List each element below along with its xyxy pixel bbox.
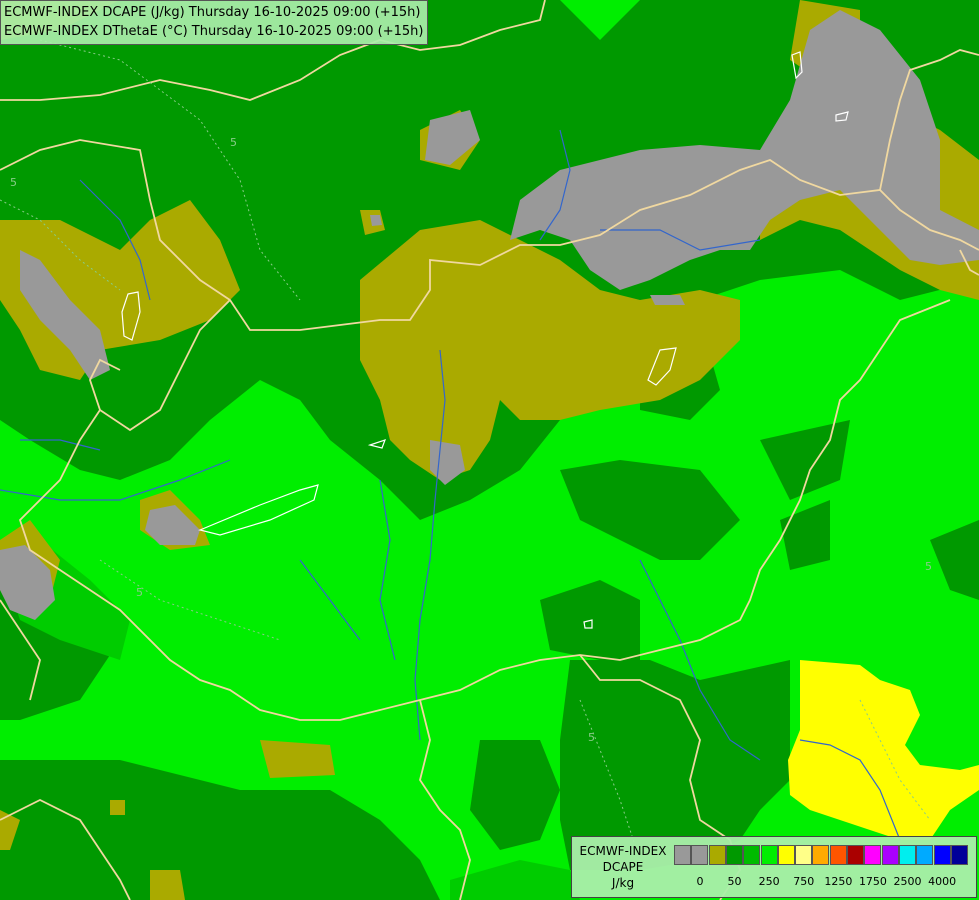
legend-tick-label: 750 [793,875,815,888]
legend-swatch [760,845,778,865]
legend-swatch [898,845,916,865]
legend-tick-label: 0 [696,875,704,888]
legend-tick-label: 2500 [893,875,922,888]
legend-swatch [795,845,813,865]
contour-label: 5 [10,176,17,189]
contour-label: 5 [136,586,143,599]
legend-swatch [725,845,743,865]
legend-swatch [743,845,761,865]
legend-label: ECMWF-INDEX DCAPE J/kg [576,843,670,891]
title-line-dcape: ECMWF-INDEX DCAPE (J/kg) Thursday 16-10-… [4,5,421,20]
legend-swatch [674,845,691,865]
legend-swatch [708,845,726,865]
legend-unit: J/kg [611,876,635,890]
legend-tick-label: 4000 [928,875,957,888]
legend-swatch [864,845,882,865]
legend-swatch [950,845,968,865]
legend-swatch [777,845,795,865]
contour-label: 5 [588,731,595,744]
legend-swatch [881,845,899,865]
legend-swatch [691,845,709,865]
legend-swatch [847,845,864,865]
title-line-dthetae: ECMWF-INDEX DThetaE (°C) Thursday 16-10-… [4,24,424,39]
legend-param: DCAPE [602,860,644,874]
contour-label: 5 [925,560,932,573]
weather-map: 5 5 5 5 5 [0,0,979,900]
legend-swatch [829,845,847,865]
legend-tick-label: 250 [758,875,780,888]
legend-swatch [812,845,830,865]
legend-tick-label: 50 [727,875,742,888]
color-legend: ECMWF-INDEX DCAPE J/kg 0 50 250 750 1250 1750… [571,836,977,898]
legend-tick-label: 1250 [824,875,853,888]
map-title-box: ECMWF-INDEX DCAPE (J/kg) Thursday 16-10-… [0,0,429,45]
legend-model: ECMWF-INDEX [579,844,667,858]
contour-label: 5 [230,136,237,149]
legend-swatch [916,845,934,865]
legend-swatch [933,845,951,865]
legend-tick-label: 1750 [858,875,887,888]
